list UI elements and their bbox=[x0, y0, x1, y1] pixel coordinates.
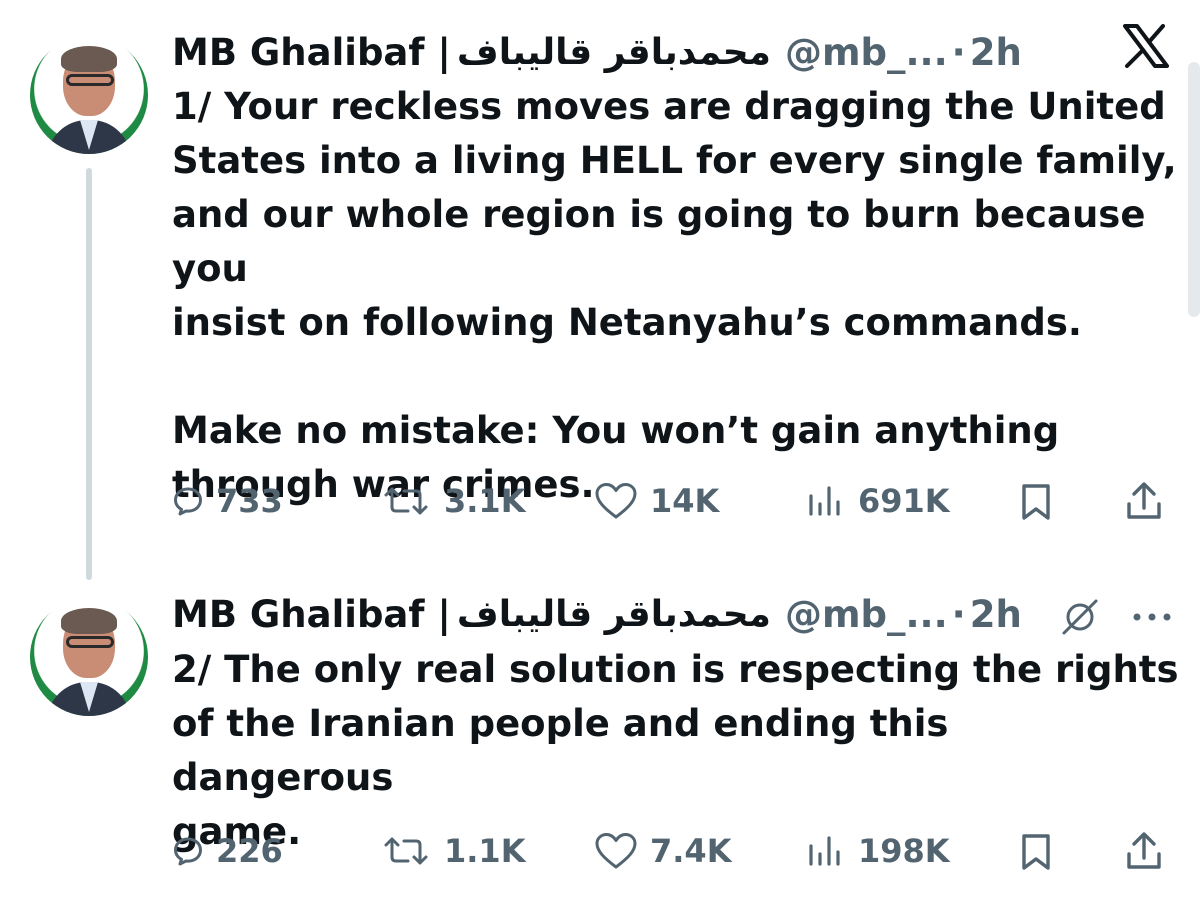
bookmark-icon[interactable] bbox=[1018, 832, 1054, 872]
display-name-arabic[interactable]: محمدباقر قالیباف bbox=[457, 594, 771, 635]
reply-count: 226 bbox=[216, 832, 283, 870]
like-button[interactable]: 14K bbox=[594, 476, 719, 526]
repost-icon bbox=[384, 837, 428, 865]
reply-button[interactable]: 226 bbox=[172, 826, 283, 876]
views-count: 691K bbox=[858, 482, 950, 520]
views-count: 198K bbox=[858, 832, 950, 870]
avatar[interactable] bbox=[30, 598, 148, 716]
share-icon[interactable] bbox=[1124, 830, 1164, 872]
thread-connector-line bbox=[86, 168, 92, 580]
avatar-hair bbox=[61, 608, 117, 634]
share-icon[interactable] bbox=[1124, 480, 1164, 522]
bookmark-icon[interactable] bbox=[1018, 482, 1054, 522]
like-count: 14K bbox=[650, 482, 720, 520]
views-icon bbox=[809, 836, 840, 866]
display-name-arabic[interactable]: محمدباقر قالیباف bbox=[457, 32, 771, 73]
heart-icon bbox=[595, 483, 637, 519]
repost-button[interactable]: 3.1K bbox=[380, 476, 525, 526]
tweet-text: 1/ Your reckless moves are dragging the … bbox=[172, 85, 1177, 506]
time-separator: · bbox=[951, 592, 966, 636]
avatar-glasses bbox=[66, 636, 114, 648]
avatar-glasses bbox=[66, 74, 114, 86]
time-separator: · bbox=[951, 30, 966, 74]
views-button[interactable]: 691K bbox=[806, 476, 950, 526]
display-name[interactable]: MB Ghalibaf | bbox=[172, 31, 451, 74]
reply-icon bbox=[174, 837, 202, 866]
user-handle[interactable]: @mb_... bbox=[785, 593, 948, 636]
like-button[interactable]: 7.4K bbox=[594, 826, 731, 876]
user-handle[interactable]: @mb_... bbox=[785, 31, 948, 74]
avatar[interactable] bbox=[30, 36, 148, 154]
display-name[interactable]: MB Ghalibaf | bbox=[172, 593, 451, 636]
repost-button[interactable]: 1.1K bbox=[380, 826, 525, 876]
repost-count: 3.1K bbox=[444, 482, 526, 520]
timestamp[interactable]: 2h bbox=[970, 31, 1022, 74]
like-count: 7.4K bbox=[650, 832, 732, 870]
reply-icon bbox=[174, 487, 202, 516]
tweet-header: MB Ghalibaf | محمدباقر قالیباف @mb_... ·… bbox=[172, 28, 1022, 76]
repost-icon bbox=[384, 487, 428, 515]
tweet-actions: 733 3.1K 14K 691K bbox=[172, 476, 1172, 526]
tweet-header: MB Ghalibaf | محمدباقر قالیباف @mb_... ·… bbox=[172, 590, 1022, 638]
avatar-hair bbox=[61, 46, 117, 72]
more-icon[interactable] bbox=[1130, 610, 1174, 624]
reply-button[interactable]: 733 bbox=[172, 476, 283, 526]
grok-icon[interactable] bbox=[1058, 597, 1102, 637]
views-icon bbox=[809, 486, 840, 516]
timestamp[interactable]: 2h bbox=[970, 593, 1022, 636]
reply-count: 733 bbox=[216, 482, 283, 520]
views-button[interactable]: 198K bbox=[806, 826, 950, 876]
x-logo-icon[interactable] bbox=[1122, 24, 1170, 68]
heart-icon bbox=[595, 833, 637, 869]
repost-count: 1.1K bbox=[444, 832, 526, 870]
scrollbar[interactable] bbox=[1188, 62, 1200, 317]
tweet-actions: 226 1.1K 7.4K 198K bbox=[172, 826, 1172, 876]
